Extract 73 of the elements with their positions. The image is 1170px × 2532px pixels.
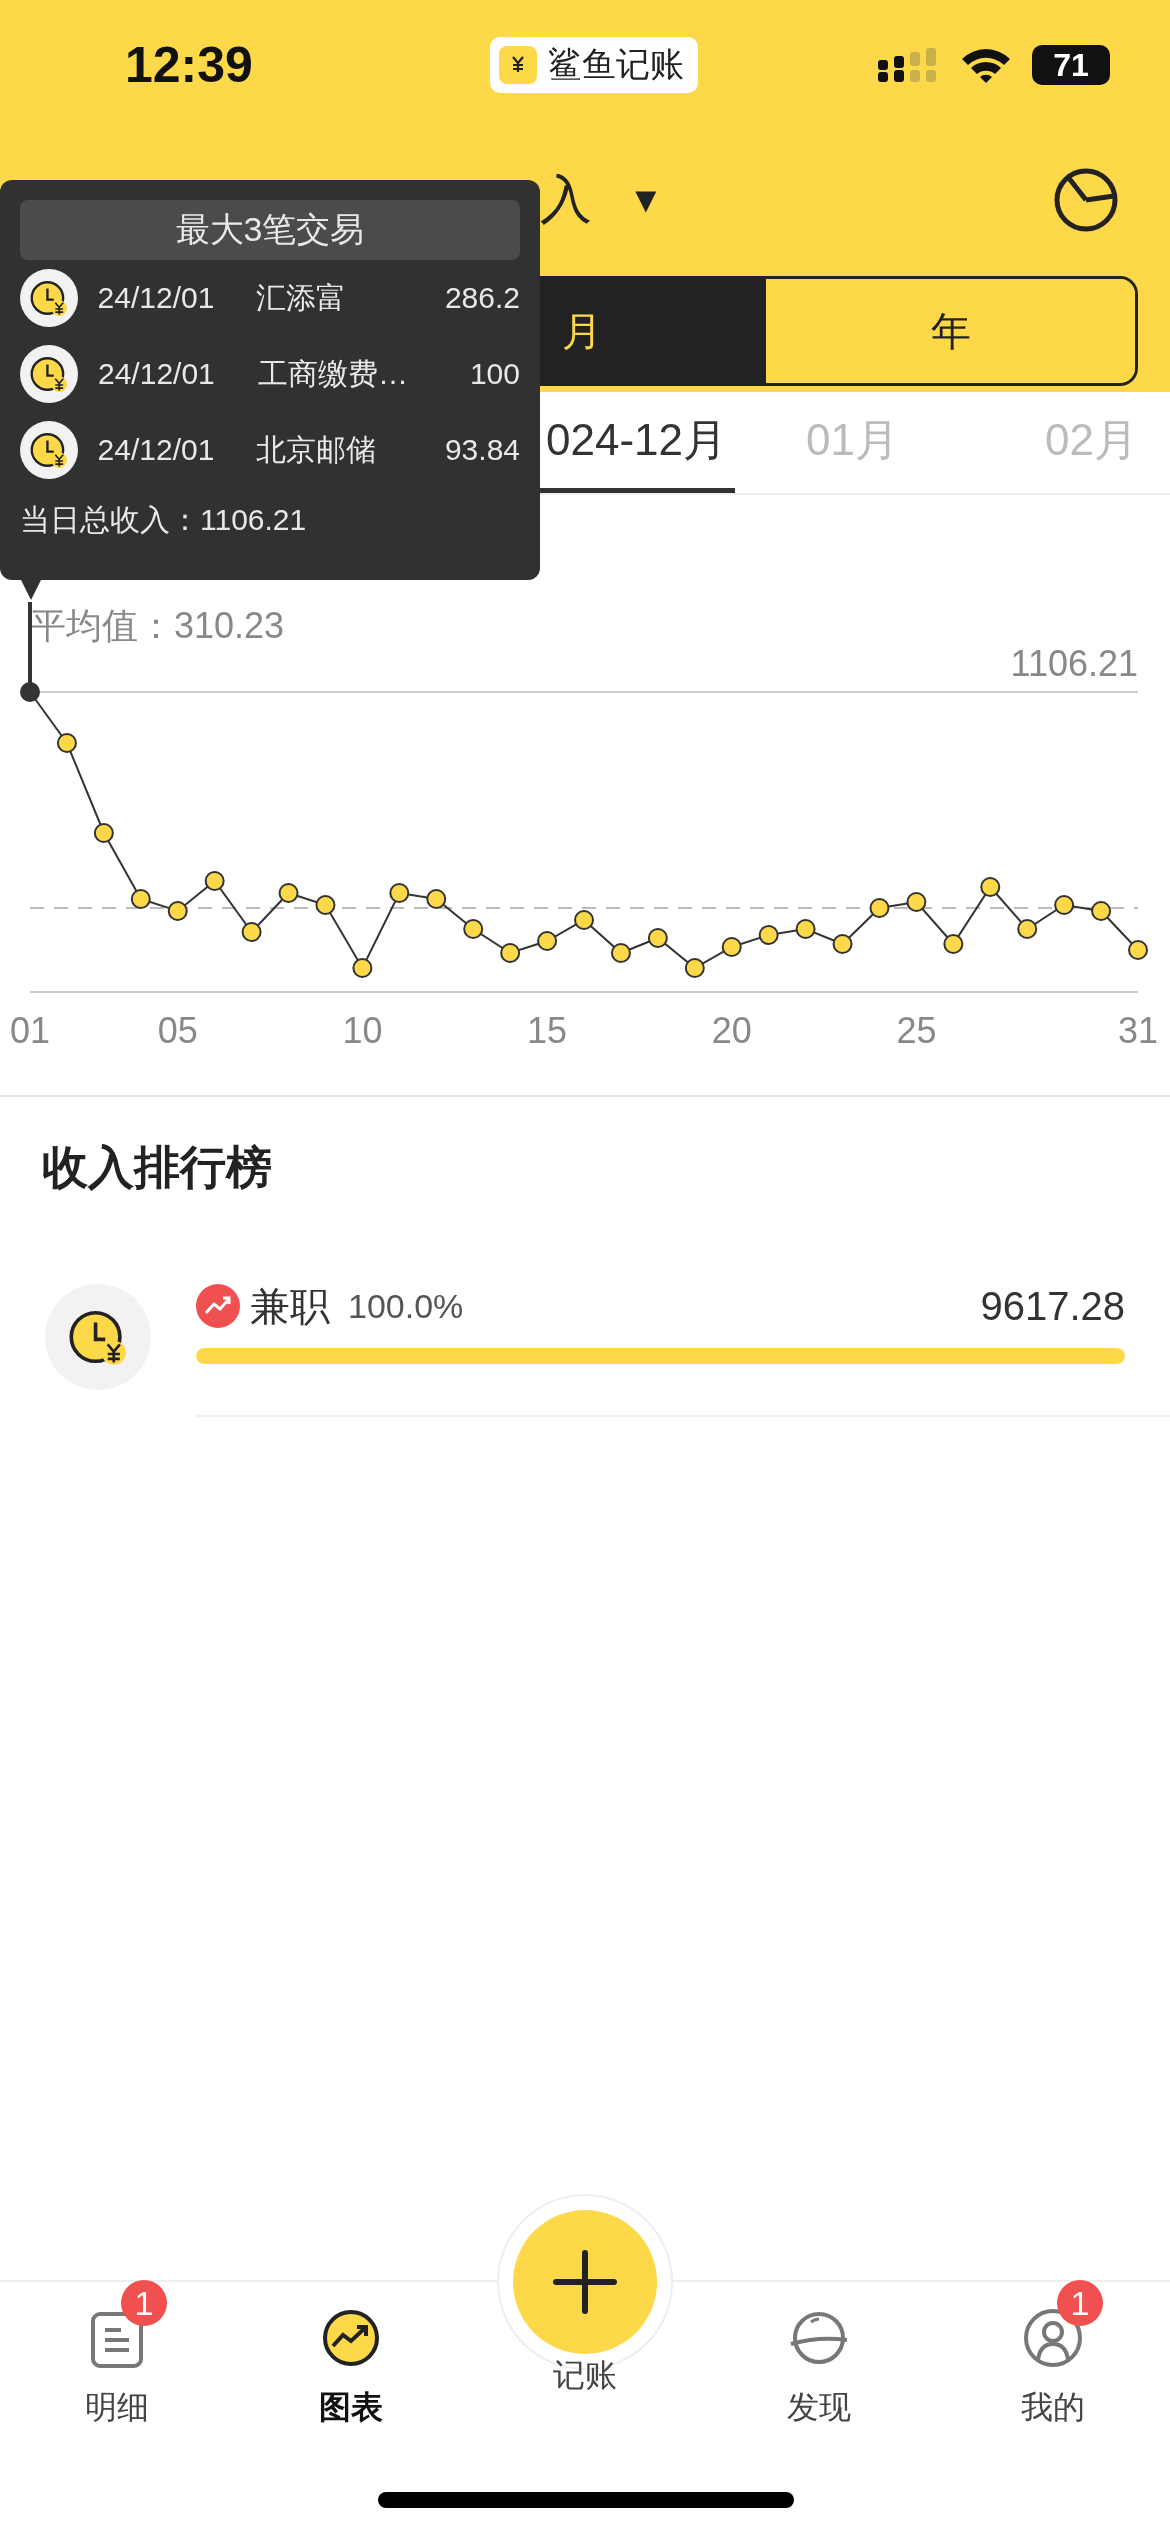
category-amount: 9617.28: [980, 1283, 1125, 1329]
clock-icon: [20, 421, 78, 479]
wifi-icon: [960, 46, 1012, 84]
data-point[interactable]: [20, 682, 40, 702]
data-point[interactable]: [610, 943, 631, 963]
data-point[interactable]: [1091, 901, 1112, 921]
x-axis-label: 25: [896, 1010, 937, 1051]
data-point[interactable]: [943, 934, 964, 954]
data-point[interactable]: [278, 883, 299, 903]
data-point[interactable]: [167, 901, 188, 921]
data-point[interactable]: [389, 883, 410, 903]
x-axis-label: 20: [711, 1010, 752, 1051]
transaction-date: 24/12/01: [97, 433, 216, 467]
tooltip-title: 最大3笔交易: [20, 200, 520, 260]
transaction-name: 汇添富: [256, 279, 348, 316]
category-percent: 100.0%: [348, 1286, 464, 1326]
tab-label[interactable]: 发现: [787, 2386, 851, 2430]
data-point[interactable]: [758, 925, 779, 945]
transaction-name: 北京邮储: [256, 431, 378, 468]
data-point[interactable]: [1017, 919, 1038, 939]
category-name: 兼职: [250, 1282, 330, 1330]
data-point[interactable]: [795, 919, 816, 939]
data-point[interactable]: [500, 943, 521, 963]
data-point[interactable]: [241, 922, 262, 942]
x-axis-label: 01: [10, 1010, 50, 1051]
tab-label[interactable]: 我的: [1021, 2386, 1085, 2430]
transaction-date: 24/12/01: [97, 281, 216, 315]
status-time: 12:39: [125, 36, 254, 94]
x-axis-label: 31: [1118, 1010, 1158, 1051]
transaction-amount: 93.84: [444, 433, 520, 467]
data-point[interactable]: [869, 898, 890, 918]
chart-icon: [321, 2308, 381, 2368]
data-point[interactable]: [1054, 895, 1075, 915]
battery-icon: 71: [1032, 45, 1110, 85]
data-point[interactable]: [56, 733, 77, 753]
caret-icon[interactable]: ▼: [628, 179, 664, 221]
yen-icon: [498, 45, 538, 85]
daily-total: 当日总收入：1106.21: [20, 502, 308, 538]
data-point[interactable]: [1128, 940, 1148, 960]
data-point[interactable]: [980, 877, 1001, 897]
data-point[interactable]: [647, 928, 668, 948]
data-point[interactable]: [315, 895, 336, 915]
data-point[interactable]: [130, 889, 151, 909]
header-title[interactable]: 入: [540, 165, 592, 235]
data-point[interactable]: [832, 934, 853, 954]
tab-label[interactable]: 明细: [85, 2386, 149, 2430]
data-point[interactable]: [721, 937, 742, 957]
data-point[interactable]: [906, 892, 927, 912]
data-point[interactable]: [574, 910, 594, 930]
data-point[interactable]: [463, 919, 484, 939]
section-title: 收入排行榜: [41, 1140, 273, 1195]
clock-icon: [20, 345, 78, 403]
x-axis-label: 15: [527, 1010, 568, 1051]
trend-icon: [196, 1284, 240, 1328]
transaction-date: 24/12/01: [98, 357, 216, 391]
data-point[interactable]: [204, 871, 225, 891]
transaction-amount: 286.2: [444, 281, 520, 315]
back-to-app-button[interactable]: 鲨鱼记账: [490, 37, 698, 93]
data-point[interactable]: [426, 889, 447, 909]
data-point[interactable]: [684, 958, 705, 978]
max-value-label: 1106.21: [1010, 643, 1138, 684]
data-point[interactable]: [93, 823, 114, 843]
notification-badge: 1: [121, 2280, 167, 2326]
notification-badge: 1: [1057, 2280, 1103, 2326]
x-axis-label: 10: [342, 1010, 383, 1051]
pie-chart-icon[interactable]: [1052, 166, 1120, 234]
tab-label[interactable]: 图表: [319, 2386, 383, 2430]
tab-label[interactable]: 记账: [553, 2354, 617, 2398]
data-point[interactable]: [537, 931, 558, 951]
average-label: 平均值：310.23: [30, 605, 285, 646]
x-axis-label: 05: [157, 1010, 198, 1051]
clock-icon: [20, 269, 78, 327]
data-point[interactable]: [352, 958, 373, 978]
